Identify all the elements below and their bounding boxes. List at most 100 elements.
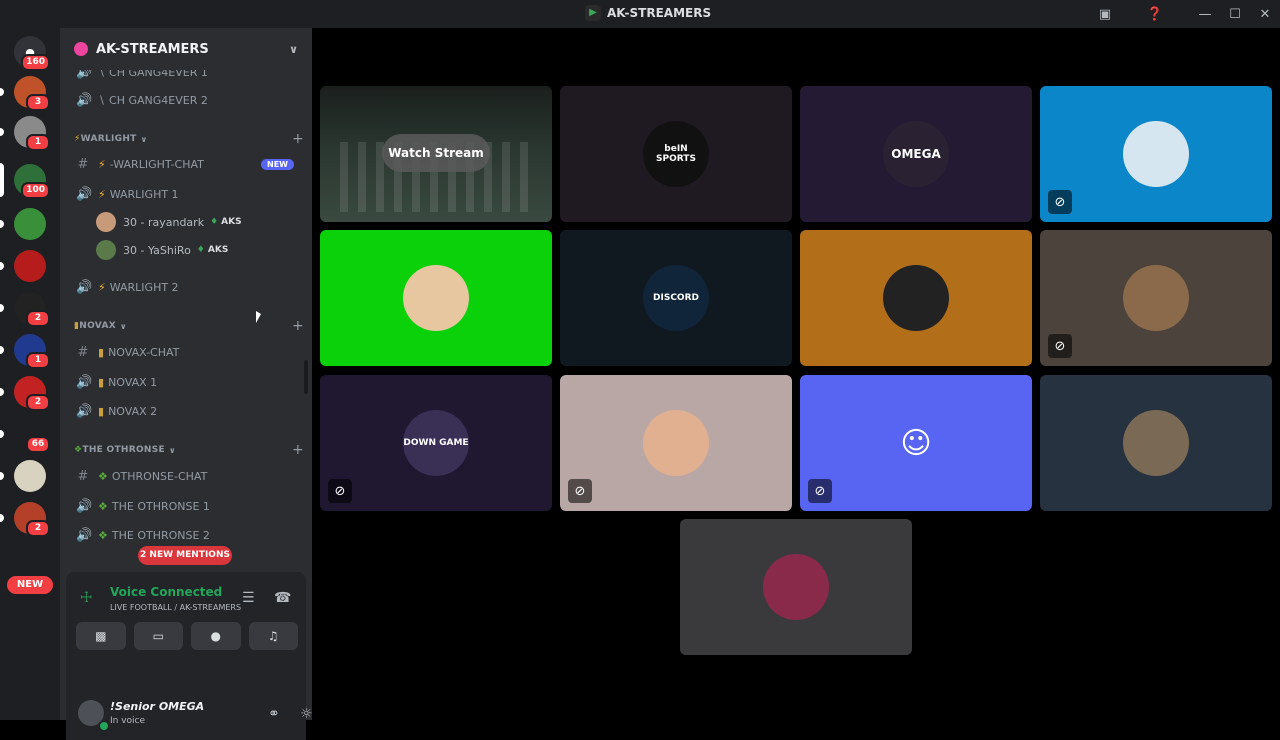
text-channel[interactable]: # ▮ NOVAX-CHAT <box>60 340 300 364</box>
disconnect-icon[interactable]: ☎ <box>274 590 291 606</box>
participant-tile[interactable]: DOWN GAME ⊘ <box>320 375 552 511</box>
muted-microphone-icon: ⊘ <box>328 479 352 503</box>
deafened-icon: ⊘ <box>568 479 592 503</box>
username[interactable]: !Senior OMEGA <box>110 700 204 713</box>
home-badge: 160 <box>21 54 50 71</box>
channel-list: 🔊 ∖ CH GANG4EVER 1 🔊 ∖ CH GANG4EVER 2 ⚡ … <box>60 70 312 600</box>
voice-connected-panel: ☩ Voice Connected LIVE FOOTBALL / AK-STR… <box>66 572 306 688</box>
screen-share-icon: ▭ <box>152 629 164 643</box>
server-icon[interactable] <box>0 460 46 492</box>
participant-tile[interactable]: DISCORD <box>560 230 792 366</box>
server-icon[interactable]: 1 <box>0 116 50 151</box>
participant-avatar: DOWN GAME <box>403 410 469 476</box>
help-icon[interactable]: ❓ <box>1140 0 1170 28</box>
participant-tile[interactable]: beIN SPORTS <box>560 86 792 222</box>
guild-header[interactable]: AK-STREAMERS ∨ <box>60 28 312 70</box>
share-screen-button[interactable]: ▭ <box>133 622 183 650</box>
minimize-button[interactable]: — <box>1190 0 1220 28</box>
add-channel-icon[interactable]: + <box>292 442 304 458</box>
user-status-text: In voice <box>110 716 146 726</box>
record-icon[interactable]: ▣ <box>1090 0 1120 28</box>
maximize-button[interactable]: ☐ <box>1220 0 1250 28</box>
participant-avatar <box>883 265 949 331</box>
server-icon[interactable]: 2 <box>0 292 50 327</box>
new-mentions-pill[interactable]: 2 NEW MENTIONS <box>138 546 232 565</box>
participant-tile[interactable]: OMEGA <box>800 86 1032 222</box>
server-avatar <box>14 460 46 492</box>
close-button[interactable]: ✕ <box>1250 0 1280 28</box>
participant-tile[interactable] <box>800 230 1032 366</box>
participant-avatar <box>643 410 709 476</box>
category-othronse[interactable]: ❖ THE OTHRONSE ∨ + <box>74 441 304 459</box>
noise-suppression-icon[interactable]: ☰ <box>242 590 255 606</box>
stream-tile[interactable]: Watch Stream <box>320 86 552 222</box>
lightning-icon: ⚡ <box>74 134 81 144</box>
text-channel[interactable]: # ⚡ -WARLIGHT-CHAT NEW <box>60 152 300 176</box>
member-tag: AKS <box>197 245 228 255</box>
voice-channel[interactable]: 🔊 ∖ CH GANG4EVER 2 <box>60 88 300 112</box>
soundboard-button[interactable]: ♫ <box>248 622 298 650</box>
server-icon[interactable] <box>0 208 46 240</box>
flag-icon: ▮ <box>98 404 105 418</box>
voice-member[interactable]: 30 - YaShiRo AKS <box>96 238 296 262</box>
speaker-icon: 🔊 <box>76 70 93 80</box>
text-channel[interactable]: # ❖ OTHRONSE-CHAT <box>60 464 300 488</box>
participant-tile[interactable]: ⊘ <box>1040 86 1272 222</box>
guild-boost-icon <box>74 42 88 56</box>
voice-channel-path[interactable]: LIVE FOOTBALL / AK-STREAMERS <box>110 603 241 612</box>
guild-name: AK-STREAMERS <box>96 41 209 57</box>
participant-tile[interactable]: ☺ ⊘ <box>800 375 1032 511</box>
voice-channel[interactable]: 🔊 ⚡ WARLIGHT 2 <box>60 275 300 299</box>
activity-button[interactable]: ● <box>191 622 241 650</box>
new-servers-pill[interactable]: NEW <box>7 576 53 594</box>
app-logo-icon: ▶ <box>585 5 601 21</box>
channel-scrollbar[interactable] <box>304 360 308 394</box>
server-icon[interactable]: 100 <box>0 163 50 199</box>
participant-avatar: beIN SPORTS <box>643 121 709 187</box>
voice-member[interactable]: 30 - rayandark AKS <box>96 210 296 234</box>
signal-icon[interactable]: ☩ <box>80 590 93 606</box>
server-avatar <box>14 208 46 240</box>
participant-avatar: DISCORD <box>643 265 709 331</box>
add-channel-icon[interactable]: + <box>292 131 304 147</box>
category-warlight[interactable]: ⚡ WARLIGHT ∨ + <box>74 130 304 148</box>
server-icon[interactable]: 2 <box>0 502 50 537</box>
voice-channel[interactable]: 🔊 ❖ THE OTHRONSE 1 <box>60 494 300 518</box>
camera-off-icon: ▩ <box>95 629 107 643</box>
voice-channel[interactable]: 🔊 ▮ NOVAX 2 <box>60 399 300 423</box>
voice-channel[interactable]: 🔊 ❖ THE OTHRONSE 2 <box>60 523 300 547</box>
voice-channel[interactable]: 🔊 ∖ CH GANG4EVER 1 <box>60 70 300 84</box>
server-icon[interactable]: 66 <box>0 418 50 453</box>
participant-tile[interactable] <box>320 230 552 366</box>
server-icon[interactable]: 3 <box>0 76 50 111</box>
chevron-down-icon: ∨ <box>119 321 127 331</box>
add-channel-icon[interactable]: + <box>292 318 304 334</box>
participant-tile[interactable] <box>1040 375 1272 511</box>
server-icon[interactable]: 1 <box>0 334 50 369</box>
avatar <box>96 240 116 260</box>
camera-off-button[interactable]: ▩ <box>76 622 126 650</box>
server-icon[interactable]: 2 <box>0 376 50 411</box>
flag-icon: ▮ <box>98 375 105 389</box>
knife-icon: ∖ <box>98 70 106 79</box>
user-panel: !Senior OMEGA In voice ⚭ ☼ ⚙ <box>66 688 345 740</box>
voice-channel[interactable]: 🔊 ▮ NOVAX 1 <box>60 370 300 394</box>
participant-avatar: OMEGA <box>883 121 949 187</box>
lightning-icon: ⚡ <box>98 187 106 201</box>
soundboard-icon: ♫ <box>267 629 279 643</box>
category-novax[interactable]: ▮ NOVAX ∨ + <box>74 317 304 335</box>
voice-channel[interactable]: 🔊 ⚡ WARLIGHT 1 <box>60 182 300 206</box>
participant-tile[interactable]: ⊘ <box>1040 230 1272 366</box>
home-button[interactable]: ● 160 <box>14 36 50 71</box>
participant-avatar <box>763 554 829 620</box>
gamepad-icon: ● <box>210 629 221 643</box>
participant-tile[interactable] <box>680 519 912 655</box>
server-icon[interactable] <box>0 250 46 282</box>
speaker-icon: 🔊 <box>76 92 93 108</box>
hash-icon: # <box>77 468 89 484</box>
lightning-icon: ⚡ <box>98 157 106 171</box>
watch-stream-button[interactable]: Watch Stream <box>382 134 490 172</box>
participant-tile[interactable]: ⊘ <box>560 375 792 511</box>
speaker-icon: 🔊 <box>76 279 93 295</box>
voice-status-title[interactable]: Voice Connected <box>110 585 222 599</box>
